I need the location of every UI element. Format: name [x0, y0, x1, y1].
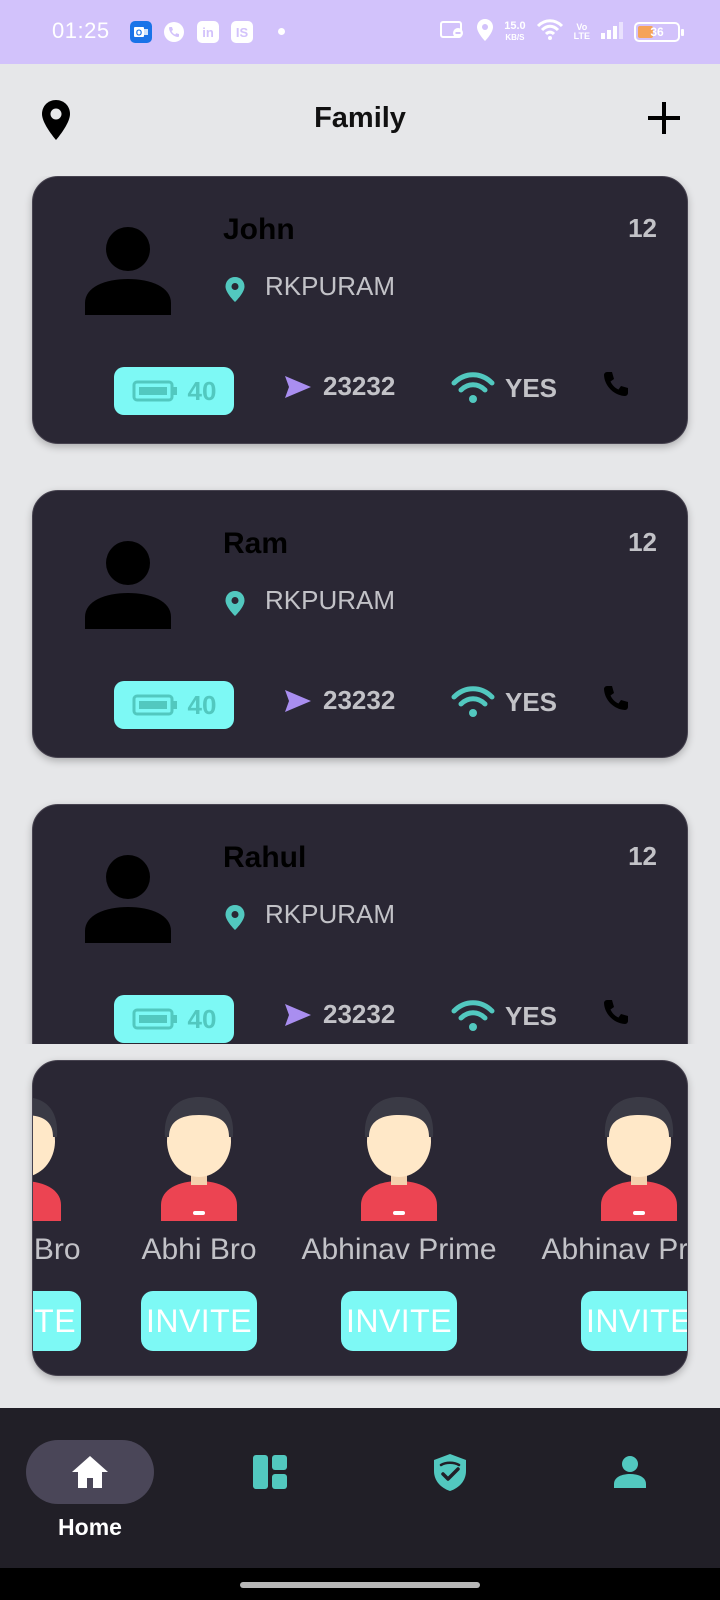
send-icon: [285, 689, 311, 712]
gesture-handle[interactable]: [240, 1582, 480, 1588]
svg-text:O: O: [136, 29, 142, 38]
phone-call-icon[interactable]: [601, 997, 631, 1027]
invite-button[interactable]: INVITE: [581, 1291, 687, 1351]
wifi-icon: [451, 1000, 495, 1031]
status-bar: 01:25 O in IS 15.0 KB/S Vo LTE 36: [0, 0, 720, 64]
nav-item-dashboard[interactable]: [206, 1432, 334, 1542]
wifi-icon: [451, 372, 495, 403]
contact-item: Abhinav Prime INVITE: [301, 1093, 497, 1353]
wifi-info: YES: [451, 685, 557, 719]
speed-value: 23232: [323, 685, 396, 715]
status-right-group: 15.0 KB/S Vo LTE 36: [440, 16, 684, 48]
send-icon: [285, 375, 311, 398]
member-name: John: [223, 213, 295, 246]
member-card[interactable]: Ram RKPURAM 12 40 23232 YES: [32, 490, 688, 758]
person-icon: [610, 1452, 650, 1492]
volte-indicator: Vo LTE: [574, 23, 590, 41]
speed-info: 23232: [283, 999, 395, 1030]
member-location: RKPURAM: [265, 899, 396, 929]
send-icon: [285, 1003, 311, 1026]
bottom-navigation: Home: [0, 1408, 720, 1568]
invite-button[interactable]: INVITE: [141, 1291, 257, 1351]
member-list: John RKPURAM 12 40 23232 YES Ram RKPURAM…: [0, 176, 720, 1044]
contact-item: Abhinav Prime INVITE: [541, 1093, 687, 1353]
wifi-status-icon: [536, 18, 564, 46]
nav-item-profile[interactable]: [566, 1432, 694, 1542]
member-count: 12: [628, 841, 657, 871]
linkedin-icon: in: [197, 21, 219, 43]
contacts-strip[interactable]: Abhi Bro INVITE Abhi Bro INVITE Abhinav …: [32, 1060, 688, 1376]
battery-icon: [132, 1008, 177, 1030]
nav-item-safety[interactable]: [386, 1432, 514, 1542]
phone-call-icon[interactable]: [601, 369, 631, 399]
member-location: RKPURAM: [265, 271, 396, 301]
avatar-icon: [83, 853, 173, 943]
member-card[interactable]: John RKPURAM 12 40 23232 YES: [32, 176, 688, 444]
cast-icon: [440, 20, 466, 45]
wifi-icon: [451, 686, 495, 717]
speed-unit: KB/S: [505, 33, 525, 42]
app-header: Family: [0, 64, 720, 174]
invite-button[interactable]: INVITE: [33, 1291, 81, 1351]
dashboard-icon: [250, 1452, 290, 1492]
member-location: RKPURAM: [265, 585, 396, 615]
phone-icon: [163, 21, 185, 43]
invite-button[interactable]: INVITE: [341, 1291, 457, 1351]
location-icon: [223, 903, 247, 931]
wifi-info: YES: [451, 371, 557, 405]
battery-badge: 40: [114, 367, 234, 415]
battery-badge: 40: [114, 995, 234, 1043]
is-icon: IS: [231, 21, 253, 43]
status-time: 01:25: [52, 18, 110, 43]
location-icon: [223, 589, 247, 617]
battery-value: 40: [187, 375, 217, 406]
speed-value: 23232: [323, 999, 396, 1029]
battery-icon: 36: [634, 22, 684, 42]
speed-info: 23232: [283, 685, 395, 716]
battery-badge: 40: [114, 681, 234, 729]
member-count: 12: [628, 527, 657, 557]
member-name: Rahul: [223, 841, 307, 874]
contact-item: Abhi Bro INVITE: [33, 1093, 113, 1353]
page-title: Family: [314, 102, 406, 134]
plus-icon[interactable]: [644, 98, 684, 138]
outlook-icon: O: [130, 21, 152, 43]
contact-avatar-icon: [33, 1098, 61, 1221]
battery-icon: [132, 380, 177, 402]
nav-label-home: Home: [58, 1514, 122, 1540]
contact-avatar-icon: [601, 1097, 677, 1221]
shield-check-icon: [430, 1452, 470, 1492]
member-name: Ram: [223, 527, 289, 560]
battery-icon: [132, 694, 177, 716]
member-card[interactable]: Rahul RKPURAM 12 40 23232 YES: [32, 804, 688, 1044]
system-gesture-area: [0, 1568, 720, 1600]
location-icon: [223, 275, 247, 303]
wifi-value: YES: [505, 686, 558, 717]
battery-level: 36: [650, 25, 664, 39]
contact-avatar-icon: [161, 1097, 237, 1221]
network-speed: 15.0 KB/S: [504, 21, 525, 43]
nav-item-home[interactable]: Home: [26, 1432, 154, 1542]
wifi-info: YES: [451, 999, 557, 1033]
speed-value: 15.0: [504, 20, 526, 32]
avatar-icon: [83, 539, 173, 629]
avatar-icon: [83, 225, 173, 315]
contact-name: Abhinav Prime: [541, 1233, 688, 1266]
wifi-value: YES: [505, 372, 558, 403]
battery-value: 40: [187, 689, 217, 720]
contact-item: Abhi Bro INVITE: [109, 1093, 289, 1353]
home-icon: [70, 1452, 110, 1492]
battery-value: 40: [187, 1003, 217, 1034]
volte-bottom: LTE: [573, 31, 590, 41]
member-count: 12: [628, 213, 657, 243]
speed-info: 23232: [283, 371, 395, 402]
contact-avatar-icon: [361, 1097, 437, 1221]
notification-dot: [278, 28, 285, 35]
signal-icon: [600, 20, 624, 45]
phone-call-icon[interactable]: [601, 683, 631, 713]
wifi-value: YES: [505, 1000, 558, 1031]
location-status-icon: [476, 18, 494, 47]
speed-value: 23232: [323, 371, 396, 401]
